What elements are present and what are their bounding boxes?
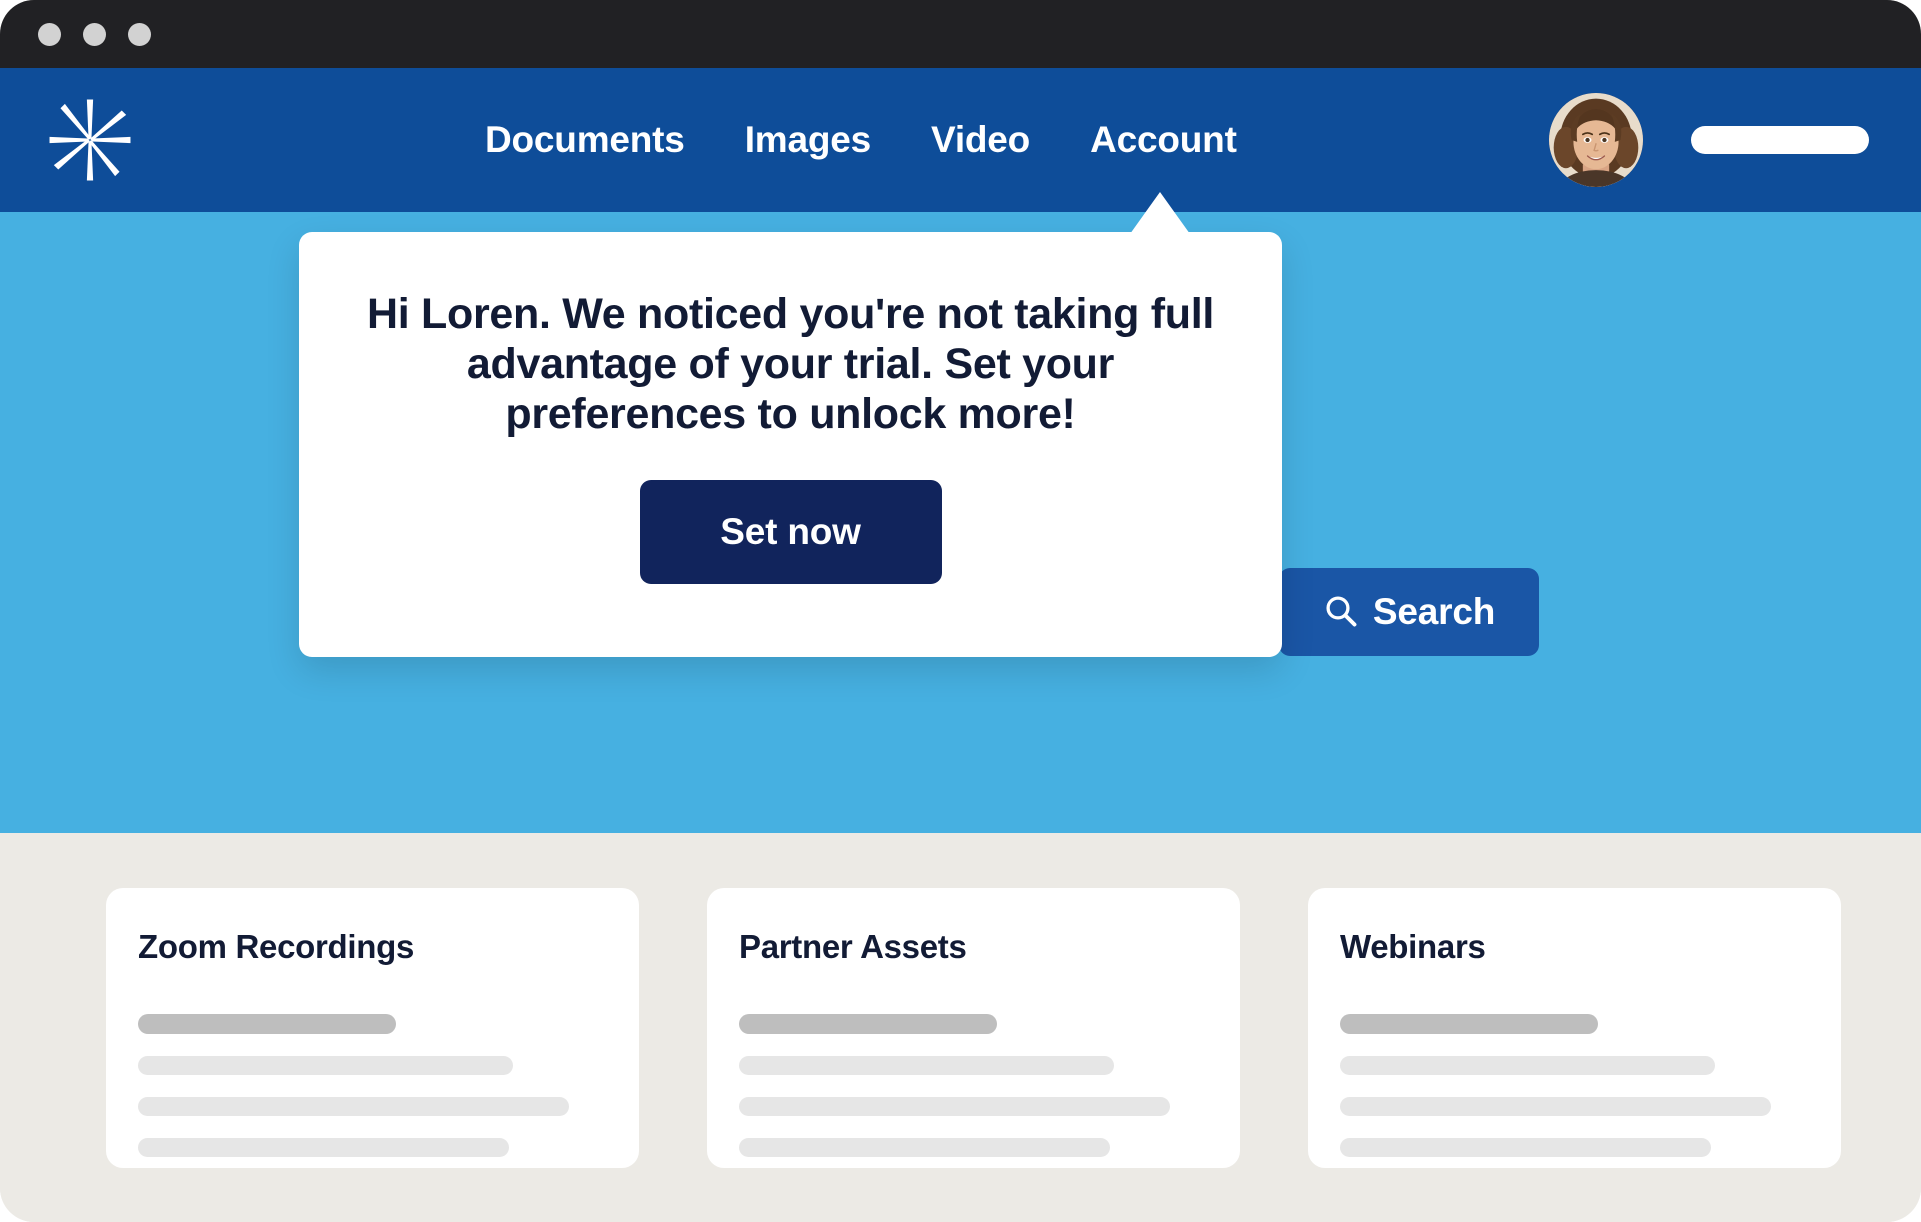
card-partner-assets[interactable]: Partner Assets bbox=[707, 888, 1240, 1168]
minimize-window-dot[interactable] bbox=[83, 22, 106, 46]
card-title: Zoom Recordings bbox=[138, 928, 415, 965]
card-grid: Zoom Recordings Partner Assets Webinars bbox=[106, 888, 1841, 1168]
window-titlebar bbox=[0, 0, 1921, 68]
card-skeleton-line bbox=[138, 1056, 514, 1075]
card-skeleton-line bbox=[739, 1014, 997, 1034]
card-skeleton-line bbox=[138, 1138, 509, 1157]
nav-placeholder-pill[interactable] bbox=[1691, 126, 1869, 154]
nav-right-cluster bbox=[1549, 93, 1869, 187]
avatar[interactable] bbox=[1549, 93, 1643, 187]
maximize-window-dot[interactable] bbox=[128, 22, 151, 46]
search-icon bbox=[1323, 593, 1359, 632]
card-zoom-recordings[interactable]: Zoom Recordings bbox=[106, 888, 639, 1168]
asterisk-logo[interactable] bbox=[44, 94, 136, 186]
nav-item-documents[interactable]: Documents bbox=[485, 119, 685, 161]
browser-window: Documents Images Video Account Search Hi… bbox=[0, 0, 1921, 1222]
card-skeleton-line bbox=[739, 1056, 1115, 1075]
nav-links: Documents Images Video Account bbox=[485, 119, 1237, 161]
nav-item-video[interactable]: Video bbox=[931, 119, 1030, 161]
card-skeleton-line bbox=[1340, 1138, 1711, 1157]
app-root: Documents Images Video Account Search Hi… bbox=[0, 0, 1921, 1222]
card-skeleton-line bbox=[138, 1014, 396, 1034]
tooltip-message: Hi Loren. We noticed you're not taking f… bbox=[366, 290, 1215, 438]
close-window-dot[interactable] bbox=[38, 22, 61, 46]
nav-item-account[interactable]: Account bbox=[1090, 119, 1237, 161]
tooltip-arrow bbox=[1130, 192, 1190, 234]
card-skeleton-line bbox=[1340, 1014, 1598, 1034]
card-skeleton-line bbox=[1340, 1056, 1716, 1075]
card-skeleton-line bbox=[1340, 1097, 1772, 1116]
card-webinars[interactable]: Webinars bbox=[1308, 888, 1841, 1168]
card-skeleton-line bbox=[138, 1097, 570, 1116]
nav-item-images[interactable]: Images bbox=[745, 119, 872, 161]
onboarding-tooltip: Hi Loren. We noticed you're not taking f… bbox=[299, 232, 1282, 657]
card-skeleton-line bbox=[739, 1097, 1171, 1116]
set-now-button[interactable]: Set now bbox=[639, 480, 942, 584]
card-title: Partner Assets bbox=[739, 928, 967, 965]
card-skeleton-line bbox=[739, 1138, 1110, 1157]
content-section: Zoom Recordings Partner Assets Webinars bbox=[0, 833, 1921, 1222]
card-title: Webinars bbox=[1340, 928, 1486, 965]
search-button[interactable]: Search bbox=[1279, 568, 1539, 656]
top-navigation-bar: Documents Images Video Account bbox=[0, 68, 1921, 212]
search-button-label: Search bbox=[1372, 591, 1496, 632]
